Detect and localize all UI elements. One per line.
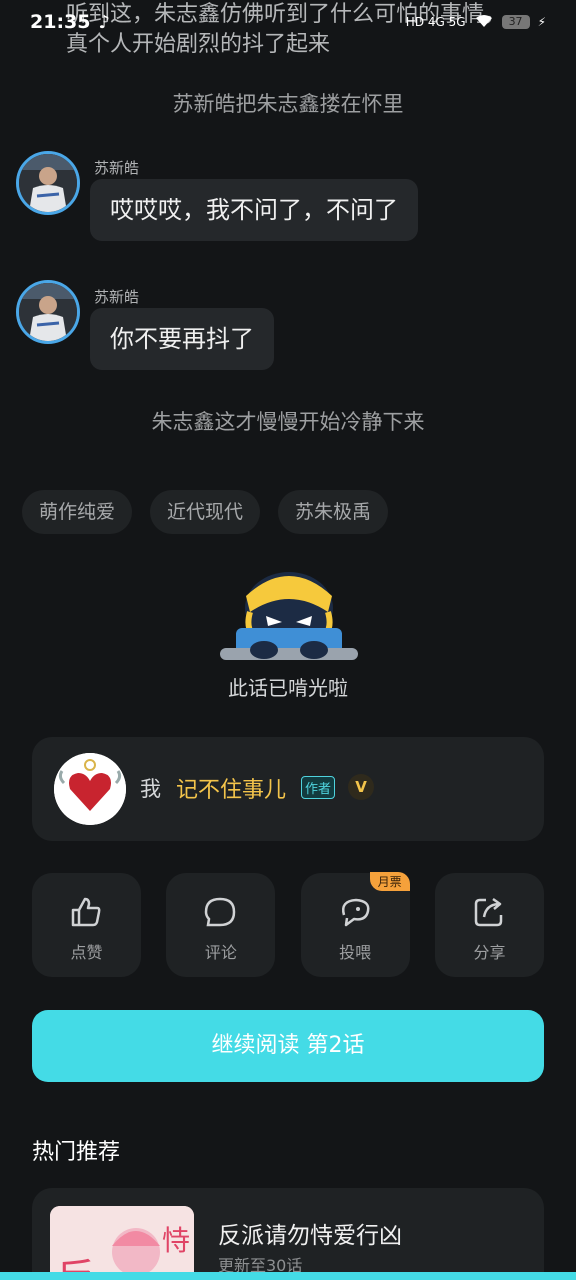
author-badge: 作者 bbox=[301, 776, 336, 799]
comic-cover[interactable]: 反 恃 bbox=[50, 1206, 194, 1280]
bottom-accent-bar bbox=[0, 1272, 576, 1280]
battery-icon: 37 bbox=[501, 15, 530, 29]
narration-line: 苏新皓把朱志鑫搂在怀里 bbox=[172, 92, 404, 116]
thumbs-up-icon bbox=[71, 897, 101, 927]
narration-line: 朱志鑫这才慢慢开始冷静下来 bbox=[151, 410, 425, 434]
action-label: 点赞 bbox=[70, 943, 103, 962]
mascot-illustration bbox=[216, 566, 362, 666]
author-avatar[interactable] bbox=[54, 753, 126, 825]
author-me-label: 我 bbox=[140, 777, 161, 801]
author-card[interactable]: 我 记不住事儿 作者 V bbox=[32, 737, 544, 841]
action-label: 分享 bbox=[473, 943, 506, 962]
share-button[interactable]: 分享 bbox=[434, 873, 544, 977]
recommendation-card[interactable]: 反 恃 反派请勿恃爱行凶 更新至30话 bbox=[32, 1188, 544, 1280]
avatar[interactable] bbox=[16, 280, 80, 344]
recommendation-title[interactable]: 反派请勿恃爱行凶 bbox=[218, 1216, 402, 1250]
author-name[interactable]: 记不住事儿 bbox=[176, 772, 286, 804]
comment-icon bbox=[205, 897, 236, 927]
monthly-ticket-badge: 月票 bbox=[369, 872, 410, 891]
message-bubble: 哎哎哎，我不问了，不问了 bbox=[90, 179, 418, 241]
tag-chip[interactable]: 苏朱极禹 bbox=[278, 490, 389, 534]
action-label: 评论 bbox=[204, 943, 237, 962]
tiktok-icon: ♪ bbox=[98, 11, 110, 33]
status-bar: 21:35 ♪ HD 4G 5G 37 ⚡ bbox=[0, 0, 576, 44]
tag-chip[interactable]: 近代现代 bbox=[150, 490, 261, 534]
status-time: 21:35 bbox=[30, 11, 91, 33]
sender-name: 苏新皓 bbox=[94, 159, 140, 177]
wifi-icon bbox=[474, 13, 494, 32]
feed-icon bbox=[341, 898, 370, 927]
svg-text:恃: 恃 bbox=[162, 1224, 190, 1257]
tag-chip[interactable]: 萌作纯爱 bbox=[22, 490, 133, 534]
charging-icon: ⚡ bbox=[537, 15, 546, 29]
comment-button[interactable]: 评论 bbox=[166, 873, 276, 977]
section-title: 热门推荐 bbox=[32, 1140, 121, 1165]
tag-list: 萌作纯爱 近代现代 苏朱极禹 bbox=[22, 490, 389, 534]
chapter-end-text: 此话已啃光啦 bbox=[228, 676, 348, 700]
action-bar: 点赞 评论 月票 投喂 分享 bbox=[32, 872, 544, 977]
network-indicators: HD 4G 5G bbox=[405, 15, 466, 29]
message-bubble: 你不要再抖了 bbox=[90, 308, 274, 370]
action-label: 投喂 bbox=[339, 943, 372, 962]
vip-crown-icon: V bbox=[348, 774, 374, 800]
like-button[interactable]: 点赞 bbox=[32, 873, 141, 977]
avatar[interactable] bbox=[16, 151, 80, 215]
share-icon bbox=[474, 897, 503, 927]
sender-name: 苏新皓 bbox=[94, 288, 140, 306]
continue-reading-button[interactable]: 继续阅读 第2话 bbox=[32, 1010, 544, 1082]
feed-button[interactable]: 月票 投喂 bbox=[300, 872, 410, 977]
